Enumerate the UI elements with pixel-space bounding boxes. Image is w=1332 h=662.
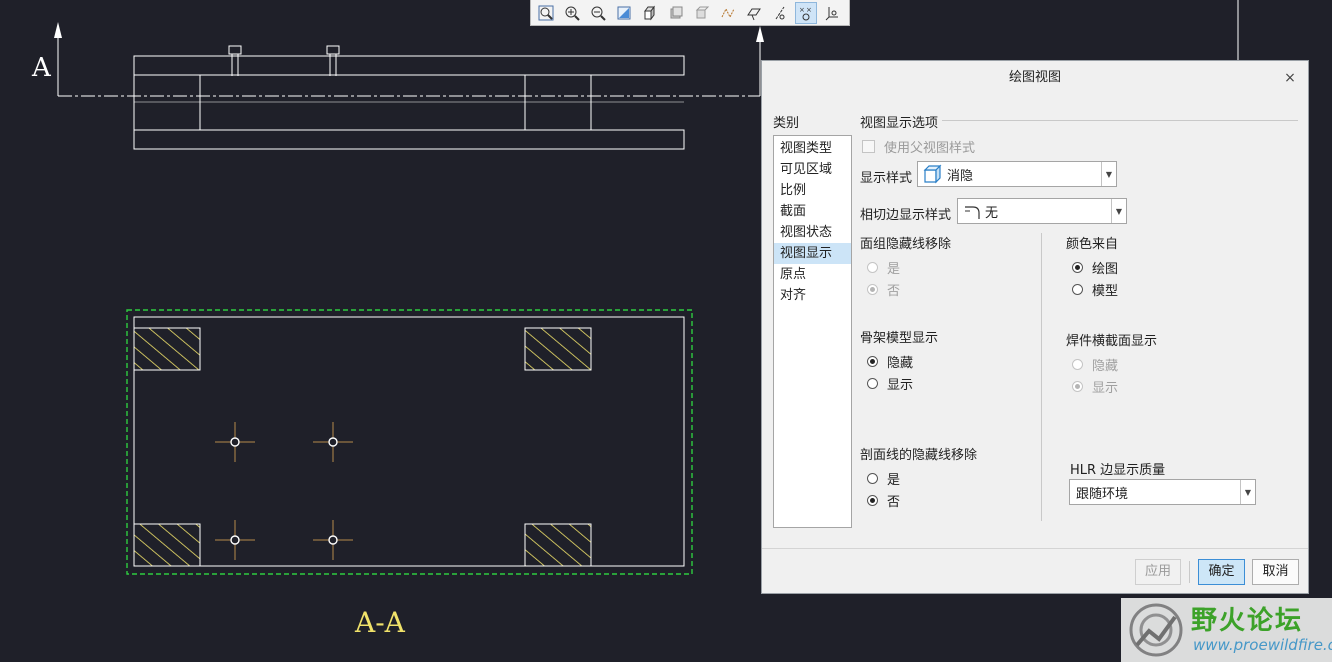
category-item-view-display[interactable]: 视图显示 (774, 243, 851, 264)
column-divider (1041, 233, 1042, 521)
category-item-alignment[interactable]: 对齐 (774, 285, 851, 306)
view-toolbar: × × (530, 0, 850, 26)
chevron-down-icon: ▼ (1111, 199, 1126, 223)
category-item-visible-area[interactable]: 可见区域 (774, 159, 851, 180)
hatch-area (133, 523, 201, 567)
category-item-view-state[interactable]: 视图状态 (774, 222, 851, 243)
weld-xsec-hide-label: 隐藏 (1092, 359, 1119, 374)
datum-plane-icon[interactable] (743, 2, 765, 24)
section-arrow-label: A (31, 53, 52, 83)
button-divider (1189, 561, 1190, 583)
quilt-hlr-no-label: 否 (887, 284, 901, 299)
footer-divider (762, 548, 1308, 549)
weld-xsec-show-label: 显示 (1092, 381, 1119, 396)
color-from-label: 颜色来自 (1066, 237, 1119, 252)
datum-display-icon[interactable] (717, 2, 739, 24)
tangent-edge-icon (965, 206, 980, 219)
skeleton-show-label: 显示 (887, 378, 914, 393)
hlr-quality-combo[interactable]: 跟随环境 ▼ (1069, 479, 1256, 505)
ok-button[interactable]: 确定 (1198, 559, 1245, 585)
weld-xsec-show-radio[interactable]: 显示 (1072, 377, 1118, 396)
quilt-hlr-yes-label: 是 (887, 262, 901, 277)
tangent-style-combo[interactable]: 无 ▼ (957, 198, 1127, 224)
apply-button[interactable]: 应用 (1135, 559, 1181, 585)
color-from-model-label: 模型 (1092, 284, 1119, 299)
view-selection-box (126, 309, 693, 575)
watermark: 野火论坛 www.proewildfire.cn (1121, 598, 1332, 662)
repaint-icon[interactable] (613, 2, 635, 24)
hatch-area (133, 327, 201, 371)
display-style-icon[interactable] (691, 2, 713, 24)
category-item-section[interactable]: 截面 (774, 201, 851, 222)
use-parent-style-label: 使用父视图样式 (884, 141, 976, 156)
chevron-down-icon: ▼ (1101, 162, 1116, 186)
section-hlr-no-radio[interactable]: 否 (867, 491, 900, 510)
watermark-logo-icon (1129, 603, 1183, 657)
section-divider (942, 120, 1298, 121)
category-item-view-type[interactable]: 视图类型 (774, 138, 851, 159)
hlr-quality-label: HLR 边显示质量 (1070, 463, 1166, 478)
zoom-in-icon[interactable] (561, 2, 583, 24)
skeleton-hide-label: 隐藏 (887, 356, 914, 371)
hatch-area (524, 327, 592, 371)
color-from-model-radio[interactable]: 模型 (1072, 280, 1118, 299)
skeleton-label: 骨架模型显示 (860, 331, 939, 346)
section-view[interactable] (133, 316, 685, 567)
zoom-out-icon[interactable] (587, 2, 609, 24)
dialog-title[interactable]: 绘图视图 × (762, 61, 1308, 95)
cancel-button[interactable]: 取消 (1252, 559, 1299, 585)
chevron-down-icon: ▼ (1240, 480, 1255, 504)
datum-point-icon[interactable]: × × (795, 1, 817, 24)
tangent-style-value: 无 (985, 205, 999, 221)
hatch-area (524, 523, 592, 567)
quilt-hlr-yes-radio[interactable]: 是 (867, 258, 900, 277)
dialog-title-text: 绘图视图 (1008, 70, 1061, 85)
view-orient-icon[interactable] (639, 2, 661, 24)
section-arrow-left (54, 22, 62, 96)
section-title: 视图显示选项 (860, 116, 939, 131)
drawing-view-dialog: 绘图视图 × 类别 视图类型 可见区域 比例 截面 视图状态 视图显示 原点 对… (761, 60, 1309, 594)
quilt-hlr-label: 面组隐藏线移除 (860, 237, 952, 252)
skeleton-show-radio[interactable]: 显示 (867, 374, 913, 393)
saved-views-icon[interactable] (665, 2, 687, 24)
svg-text:×: × (799, 6, 805, 14)
color-from-drawing-label: 绘图 (1092, 262, 1119, 277)
watermark-title: 野火论坛 (1191, 606, 1304, 636)
hidden-line-icon (923, 164, 942, 184)
watermark-url: www.proewildfire.cn (1193, 636, 1332, 654)
display-style-value: 消隐 (947, 168, 974, 184)
section-hlr-label: 剖面线的隐藏线移除 (860, 448, 978, 463)
svg-text:×: × (806, 6, 812, 14)
section-view-label: A-A (354, 606, 406, 639)
weld-xsec-hide-radio[interactable]: 隐藏 (1072, 355, 1118, 374)
close-icon[interactable]: × (1282, 61, 1298, 95)
display-style-combo[interactable]: 消隐 ▼ (917, 161, 1117, 187)
quilt-hlr-no-radio[interactable]: 否 (867, 280, 900, 299)
section-hlr-no-label: 否 (887, 495, 901, 510)
category-item-origin[interactable]: 原点 (774, 264, 851, 285)
hlr-quality-value: 跟随环境 (1076, 486, 1129, 502)
tangent-label: 相切边显示样式 (860, 208, 952, 223)
front-view[interactable] (133, 45, 685, 150)
category-item-scale[interactable]: 比例 (774, 180, 851, 201)
coordinate-system-icon[interactable] (821, 2, 843, 24)
use-parent-style-checkbox[interactable]: 使用父视图样式 (862, 137, 975, 156)
datum-axis-icon[interactable] (769, 2, 791, 24)
section-hlr-yes-label: 是 (887, 473, 901, 488)
color-from-drawing-radio[interactable]: 绘图 (1072, 258, 1118, 277)
weld-xsec-label: 焊件横截面显示 (1066, 334, 1158, 349)
zoom-refit-icon[interactable] (535, 2, 557, 24)
category-list[interactable]: 视图类型 可见区域 比例 截面 视图状态 视图显示 原点 对齐 (773, 135, 852, 528)
display-style-label: 显示样式 (860, 171, 913, 186)
section-hlr-yes-radio[interactable]: 是 (867, 469, 900, 488)
skeleton-hide-radio[interactable]: 隐藏 (867, 352, 913, 371)
category-label: 类别 (773, 116, 800, 131)
